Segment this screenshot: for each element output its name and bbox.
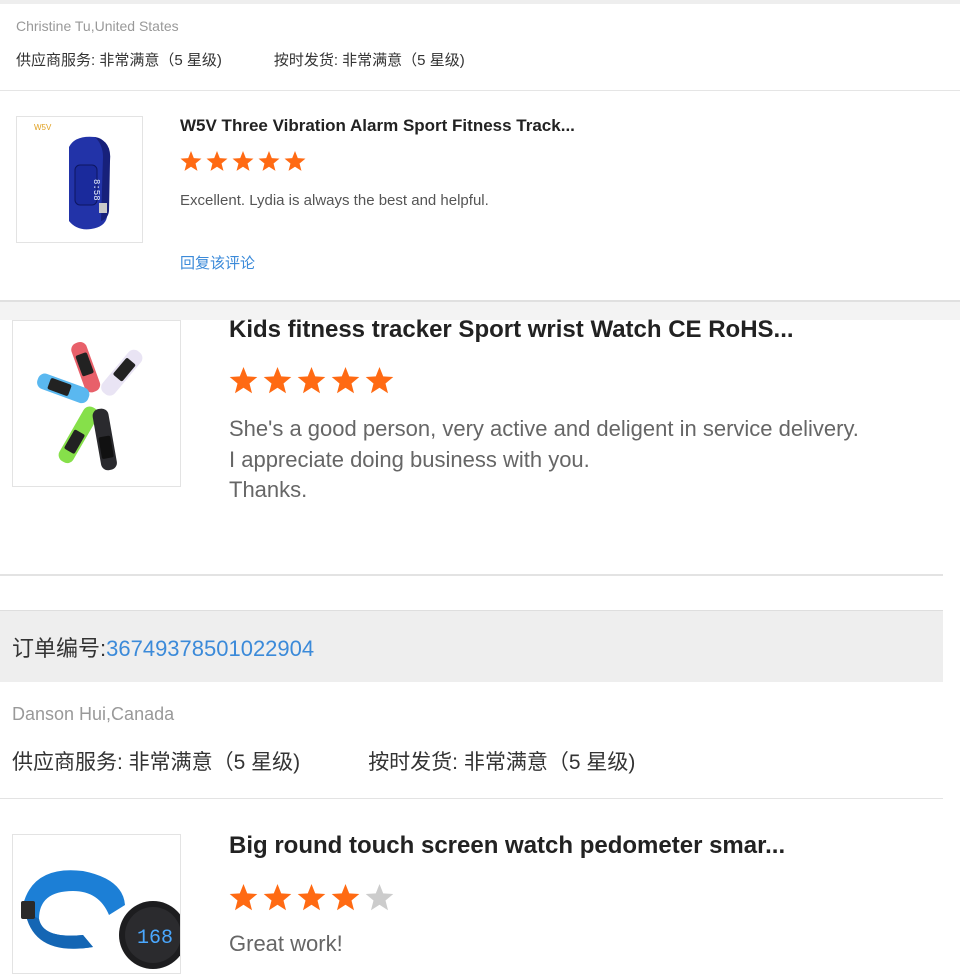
supplier-service-rating: 供应商服务: 非常满意（5 星级): [12, 751, 301, 774]
star-filled-icon: [365, 367, 394, 394]
thumb-brand: W5V: [34, 123, 52, 132]
product-thumbnail[interactable]: W5V 8:58: [16, 116, 143, 243]
star-filled-icon: [331, 884, 360, 911]
star-filled-icon: [229, 884, 258, 911]
product-title-link[interactable]: W5V Three Vibration Alarm Sport Fitness …: [180, 116, 575, 136]
rating-summary: 供应商服务: 非常满意（5 星级) 按时发货: 非常满意（5 星级): [12, 746, 635, 776]
star-filled-icon: [258, 151, 280, 171]
round-watch-image: 168: [21, 870, 180, 969]
star-filled-icon: [206, 151, 228, 171]
kids-trackers-image: [37, 341, 143, 471]
star-filled-icon: [263, 367, 292, 394]
reviewer-name: Christine Tu,United States: [16, 18, 179, 34]
star-rating: [180, 150, 310, 181]
star-filled-icon: [180, 151, 202, 171]
comment-line: Thanks.: [229, 477, 308, 502]
product-title-link[interactable]: Big round touch screen watch pedometer s…: [229, 832, 785, 860]
product-thumbnail[interactable]: 168: [12, 834, 181, 974]
on-time-shipment-rating: 按时发货: 非常满意（5 星级): [273, 52, 465, 69]
reviewer-name: Danson Hui,Canada: [12, 704, 175, 724]
star-rating: [229, 366, 409, 407]
star-rating: [229, 883, 409, 924]
top-divider: [0, 0, 960, 4]
star-filled-icon: [232, 151, 254, 171]
review-comment: She's a good person, very active and del…: [229, 414, 859, 506]
review-comment: Great work!: [229, 931, 343, 956]
supplier-service-rating: 供应商服务: 非常满意（5 星级): [16, 52, 222, 69]
order-number-link[interactable]: 36749378501022904: [106, 636, 314, 661]
fitness-band-image: W5V 8:58: [34, 123, 111, 230]
star-filled-icon: [297, 884, 326, 911]
divider: [0, 798, 943, 799]
on-time-shipment-rating: 按时发货: 非常满意（5 星级): [368, 751, 636, 774]
order-number-row: 订单编号:36749378501022904: [12, 631, 314, 663]
star-filled-icon: [331, 367, 360, 394]
star-filled-icon: [229, 367, 258, 394]
comment-line: She's a good person, very active and del…: [229, 416, 859, 441]
product-title-link[interactable]: Kids fitness tracker Sport wrist Watch C…: [229, 316, 794, 344]
comment-line: I appreciate doing business with you.: [229, 446, 590, 472]
star-empty-icon: [365, 884, 394, 911]
rating-summary: 供应商服务: 非常满意（5 星级) 按时发货: 非常满意（5 星级): [16, 49, 465, 70]
reply-link[interactable]: 回复该评论: [180, 252, 255, 273]
svg-text:168: 168: [137, 927, 173, 950]
divider: [0, 574, 943, 576]
star-filled-icon: [297, 367, 326, 394]
order-label: 订单编号:: [12, 636, 107, 661]
review-comment: Excellent. Lydia is always the best and …: [180, 192, 489, 209]
star-filled-icon: [284, 151, 306, 171]
svg-text:8:58: 8:58: [91, 179, 101, 201]
product-thumbnail[interactable]: [12, 320, 181, 487]
star-filled-icon: [263, 884, 292, 911]
divider: [0, 90, 960, 91]
